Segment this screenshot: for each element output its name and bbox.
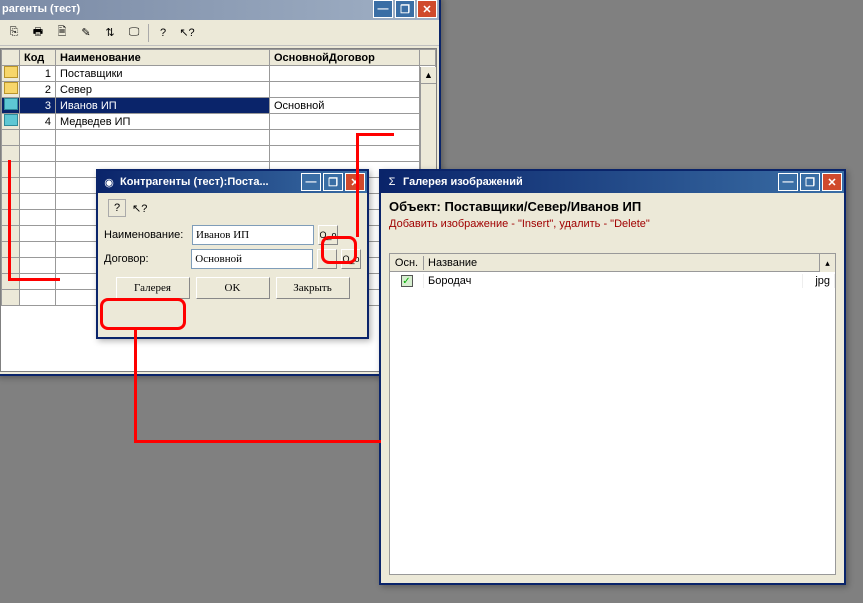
dialog-icon: ◉ (102, 175, 116, 189)
contract-oO-button[interactable]: О_о (341, 249, 361, 269)
close-dialog-button[interactable]: Закрыть (276, 277, 350, 299)
name-oO-button[interactable]: О_о (318, 225, 338, 245)
contract-label: Договор: (104, 253, 187, 265)
row-code: 4 (20, 114, 56, 130)
contract-pick-button[interactable]: ... (317, 249, 337, 269)
row-icon (2, 82, 20, 98)
gallery-scroll-corner[interactable]: ▴ (819, 254, 835, 272)
gallery-min-button[interactable]: — (778, 173, 798, 191)
gallery-list[interactable]: Осн. Название ▴ ✓ Бородачjpg (389, 253, 836, 575)
row-contract (270, 66, 420, 82)
name-label: Наименование: (104, 229, 188, 241)
table-row (2, 130, 436, 146)
dialog-title: Контрагенты (тест):Поста... (120, 176, 301, 188)
close-button[interactable]: ✕ (417, 0, 437, 18)
contractor-edit-dialog: ◉ Контрагенты (тест):Поста... — ❐ ✕ ? ↖?… (96, 169, 369, 339)
dialog-buttons: Галерея OK Закрыть (104, 277, 361, 299)
gallery-object-path: Поставщики/Север/Иванов ИП (445, 199, 642, 214)
dialog-min-button[interactable]: — (301, 173, 321, 191)
row-code: 2 (20, 82, 56, 98)
row-name: Иванов ИП (56, 98, 270, 114)
ok-button[interactable]: OK (196, 277, 270, 299)
gallery-object: Объект: Поставщики/Север/Иванов ИП (389, 199, 836, 214)
help-cursor-icon[interactable]: ↖? (132, 202, 147, 215)
gallery-body: Объект: Поставщики/Север/Иванов ИП Добав… (383, 193, 842, 581)
name-input[interactable] (192, 225, 314, 245)
sigma-icon: Σ (385, 175, 399, 189)
gallery-row[interactable]: ✓ Бородачjpg (390, 272, 835, 290)
row-contract (270, 114, 420, 130)
toolbar-icon-help-cursor[interactable]: ↖? (177, 23, 197, 43)
table-row[interactable]: 1Поставщики (2, 66, 436, 82)
row-name: Наименование: О_о (104, 225, 361, 245)
row-code: 1 (20, 66, 56, 82)
dialog-close-button[interactable]: ✕ (345, 173, 365, 191)
gallery-row-name: Бородач (424, 274, 803, 288)
toolbar-icon-screen[interactable]: 🖵 (124, 23, 144, 43)
table-row (2, 146, 436, 162)
col-code[interactable]: Код (20, 50, 56, 66)
col-icon[interactable] (2, 50, 20, 66)
toolbar-icon-copy[interactable]: ⎘ (4, 23, 24, 43)
gallery-col-name[interactable]: Название (424, 256, 835, 270)
gallery-max-button[interactable]: ❐ (800, 173, 820, 191)
row-code: 3 (20, 98, 56, 114)
annotation-line-galbtn-right (134, 440, 381, 443)
row-name: Медведев ИП (56, 114, 270, 130)
folder-icon (4, 69, 18, 81)
gallery-list-header: Осн. Название ▴ (390, 254, 835, 272)
gallery-titlebar[interactable]: Σ Галерея изображений — ❐ ✕ (381, 171, 844, 193)
main-titlebar[interactable]: рагенты (тест) — ❐ ✕ (0, 0, 439, 20)
table-header-row: Код Наименование ОсновнойДоговор (2, 50, 436, 66)
folder-icon (4, 117, 18, 129)
table-row[interactable]: 4Медведев ИП (2, 114, 436, 130)
gallery-window: Σ Галерея изображений — ❐ ✕ Объект: Пост… (379, 169, 846, 585)
folder-icon (4, 85, 18, 97)
dialog-body: ? ↖? Наименование: О_о Договор: ... О_о … (98, 193, 367, 305)
dialog-titlebar[interactable]: ◉ Контрагенты (тест):Поста... — ❐ ✕ (98, 171, 367, 193)
gallery-row-check[interactable]: ✓ (390, 274, 424, 289)
gallery-object-label: Объект: (389, 199, 441, 214)
row-name: Поставщики (56, 66, 270, 82)
toolbar-icon-doc[interactable]: 🗎 (52, 23, 72, 43)
col-scroll (420, 50, 436, 66)
main-title: рагенты (тест) (2, 3, 373, 15)
row-icon (2, 98, 20, 114)
gallery-row-ext: jpg (803, 274, 835, 288)
help-icon[interactable]: ? (108, 199, 126, 217)
contract-input[interactable] (191, 249, 313, 269)
row-contract: Основной (270, 98, 420, 114)
table-row[interactable]: 2Север (2, 82, 436, 98)
gallery-title: Галерея изображений (403, 176, 778, 188)
max-button[interactable]: ❐ (395, 0, 415, 18)
gallery-hint: Добавить изображение - "Insert", удалить… (389, 218, 836, 230)
dialog-toolbar: ? ↖? (104, 199, 361, 221)
col-contract[interactable]: ОсновнойДоговор (270, 50, 420, 66)
toolbar-icon-edit[interactable]: ✎ (76, 23, 96, 43)
row-icon (2, 66, 20, 82)
gallery-col-main[interactable]: Осн. (390, 256, 424, 270)
row-icon (2, 114, 20, 130)
col-name[interactable]: Наименование (56, 50, 270, 66)
gallery-button[interactable]: Галерея (116, 277, 190, 299)
toolbar-icon-print[interactable]: 🖶 (28, 23, 48, 43)
dialog-max-button[interactable]: ❐ (323, 173, 343, 191)
toolbar-icon-tree[interactable]: ⇅ (100, 23, 120, 43)
main-toolbar: ⎘ 🖶 🗎 ✎ ⇅ 🖵 ? ↖? (0, 20, 439, 46)
row-name: Север (56, 82, 270, 98)
checkbox-icon: ✓ (401, 275, 413, 287)
table-row[interactable]: 3Иванов ИПОсновной (2, 98, 436, 114)
row-contract (270, 82, 420, 98)
folder-icon (4, 101, 18, 113)
row-contract: Договор: ... О_о (104, 249, 361, 269)
gallery-close-button[interactable]: ✕ (822, 173, 842, 191)
toolbar-icon-help[interactable]: ? (153, 23, 173, 43)
min-button[interactable]: — (373, 0, 393, 18)
